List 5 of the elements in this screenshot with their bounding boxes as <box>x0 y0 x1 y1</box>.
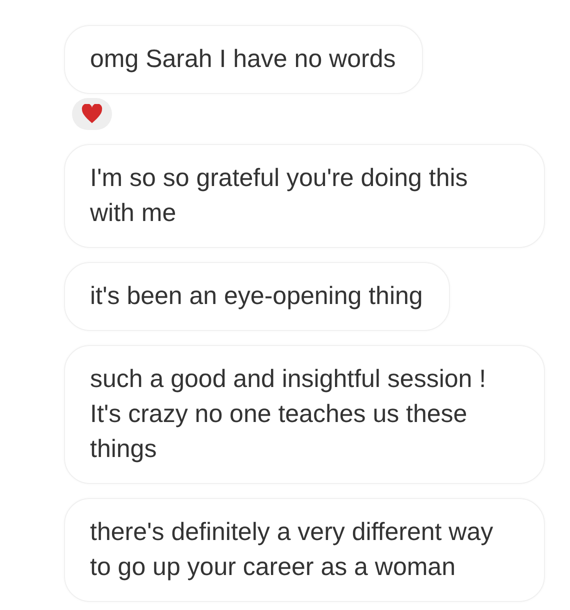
message-bubble: I'm so so grateful you're doing this with me <box>64 144 545 248</box>
message-bubble: there's definitely a very different way to go up your career as a woman <box>64 498 545 602</box>
message-bubble: omg Sarah I have no words <box>64 25 423 94</box>
message-bubble: it's been an eye-opening thing <box>64 262 450 331</box>
message-bubble: such a good and insightful session ! It's crazy no one teaches us these things <box>64 345 545 484</box>
